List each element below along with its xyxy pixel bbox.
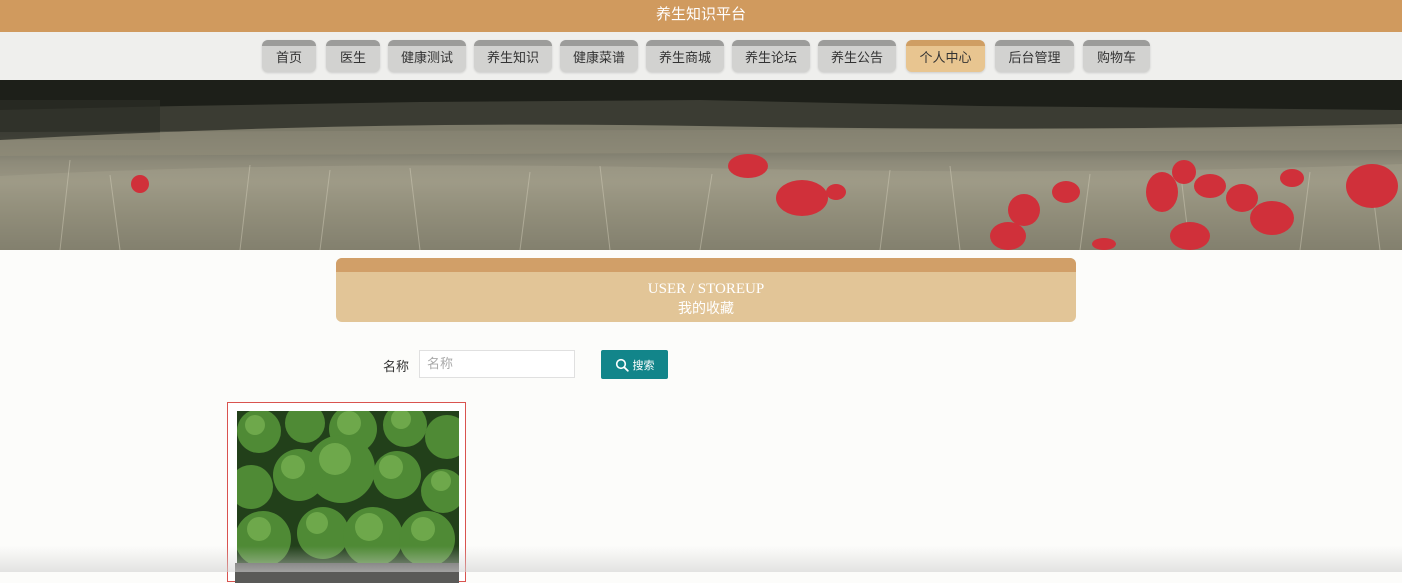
favorite-image[interactable]	[237, 411, 459, 563]
nav-item-cart[interactable]: 购物车	[1083, 40, 1150, 72]
main-nav: 首页 医生 健康测试 养生知识 健康菜谱 养生商城 养生论坛 养生公告 个人中心…	[0, 32, 1402, 80]
search-button[interactable]: 搜索	[601, 350, 668, 379]
search-label: 名称	[383, 360, 410, 375]
bottom-fade	[0, 546, 1402, 572]
site-title: 养生知识平台	[655, 5, 746, 23]
nav-item-mall[interactable]: 养生商城	[646, 40, 724, 72]
nav-item-recipes[interactable]: 健康菜谱	[560, 40, 638, 72]
favorite-caption-bar	[235, 563, 459, 583]
nav-item-health-test[interactable]: 健康测试	[388, 40, 466, 72]
section-title-cn: 我的收藏	[678, 302, 734, 317]
poppy-field-image	[0, 80, 1402, 250]
section-header: USER / STOREUP 我的收藏	[336, 258, 1076, 322]
nav-item-personal-center[interactable]: 个人中心	[906, 40, 985, 72]
nav-item-admin[interactable]: 后台管理	[995, 40, 1074, 72]
section-title-en: USER / STOREUP	[647, 281, 765, 297]
search-input[interactable]	[419, 350, 575, 378]
nav-item-doctor[interactable]: 医生	[326, 40, 380, 72]
hero-banner	[0, 80, 1402, 250]
nav-item-home[interactable]: 首页	[262, 40, 316, 72]
broccoli-image	[237, 411, 459, 563]
search-icon	[615, 358, 629, 372]
search-button-label: 搜索	[632, 358, 655, 372]
nav-item-forum[interactable]: 养生论坛	[732, 40, 810, 72]
nav-item-health-knowledge[interactable]: 养生知识	[474, 40, 552, 72]
site-title-bar: 养生知识平台	[0, 0, 1402, 32]
favorite-card[interactable]	[227, 402, 466, 583]
nav-item-notice[interactable]: 养生公告	[818, 40, 896, 72]
